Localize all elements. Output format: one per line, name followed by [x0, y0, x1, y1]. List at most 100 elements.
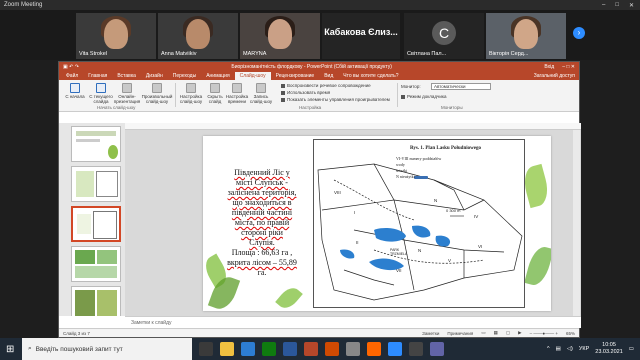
notifications-icon[interactable]: ▭	[629, 346, 634, 352]
language-indicator[interactable]: УКР	[579, 346, 589, 352]
slide-text-box[interactable]: Південний Ліс у місті Слупськ - заліснен…	[221, 168, 303, 286]
volume-icon[interactable]: ◁)	[567, 346, 573, 352]
window-controls[interactable]: – □ ✕	[562, 64, 575, 70]
slide-text-line: місті Слупськ -	[236, 178, 288, 187]
powerpoint-icon[interactable]	[304, 342, 318, 356]
signin-link[interactable]: Вхід	[544, 64, 554, 70]
slide-text-line: га.	[257, 268, 267, 277]
slide-text-line: що знаходиться в	[232, 198, 292, 207]
from-beginning-button[interactable]: С начала	[61, 83, 89, 99]
zoom-slider[interactable]: – ——●—— +	[530, 331, 558, 336]
forest-plan-map[interactable]: Rys. 1. Plan Lasku Południowego VI-VIII …	[313, 139, 525, 308]
map-label: IV	[474, 214, 479, 219]
comments-toggle[interactable]: Примечания	[447, 331, 473, 336]
slide-thumbnail-pane: 2 3 3 4 5	[59, 123, 125, 316]
slide-text-line: заліснена територія,	[227, 188, 297, 197]
sorter-view-icon[interactable]: ▦	[494, 330, 498, 336]
tab-design[interactable]: Дизайн	[141, 72, 168, 80]
slide-text-line: Південний Ліс у	[234, 168, 290, 177]
tab-view[interactable]: Вид	[319, 72, 338, 80]
zoom-title-bar: Zoom Meeting – □ ✕	[0, 0, 640, 10]
tab-animations[interactable]: Анимация	[201, 72, 234, 80]
taskbar-search[interactable]: ⌕ Введіть пошуковий запит тут	[22, 338, 192, 360]
maximize-icon[interactable]: □	[615, 2, 619, 9]
acrobat-icon[interactable]	[325, 342, 339, 356]
slide-text-line: вкрита лісом – 55,89	[227, 258, 297, 267]
record-show-button[interactable]: Запись слайд-шоу	[247, 83, 275, 104]
task-view-icon[interactable]	[199, 342, 213, 356]
zoom-level[interactable]: 65%	[566, 331, 575, 336]
minimize-icon[interactable]: –	[602, 2, 605, 9]
map-label: PARK TRZMIELA	[390, 248, 408, 256]
monitor-select[interactable]: Автоматически	[431, 83, 491, 90]
presenter-view-checkbox[interactable]: Режим докладчика	[401, 94, 446, 99]
participant-tile[interactable]: C Світлана Пал...	[404, 13, 484, 59]
use-timings-checkbox[interactable]: Использовать время	[281, 90, 330, 95]
teams-icon[interactable]	[430, 342, 444, 356]
participant-tile-active[interactable]: Кабакова Єлиз...	[322, 13, 400, 59]
share-button[interactable]: Загальний доступ	[529, 72, 579, 80]
participant-tile[interactable]: Anna Matviikiv	[158, 13, 238, 59]
tab-home[interactable]: Главная	[83, 72, 112, 80]
group-label-monitors: Мониторы	[441, 105, 463, 110]
slide-thumbnail[interactable]: 4	[71, 246, 121, 282]
map-label: II	[356, 240, 359, 245]
tab-insert[interactable]: Вставка	[112, 72, 141, 80]
play-narrations-checkbox[interactable]: Воспроизвести речевое сопровождение	[281, 83, 371, 88]
tell-me-search[interactable]: Что вы хотите сделать?	[338, 72, 403, 80]
windows-taskbar: ⊞ ⌕ Введіть пошуковий запит тут ^ ▤ ◁) У…	[0, 338, 640, 360]
slide-text-line: міста, по правій	[234, 218, 290, 227]
app-icon[interactable]	[346, 342, 360, 356]
clock[interactable]: 10:05 23.03.2021	[595, 342, 623, 356]
notes-toggle[interactable]: Заметки	[422, 331, 439, 336]
slide-thumbnail[interactable]: 2	[71, 126, 121, 162]
firefox-icon[interactable]	[367, 342, 381, 356]
tab-review[interactable]: Рецензирование	[271, 72, 320, 80]
participant-tile[interactable]: Вікторія Серд...	[486, 13, 566, 59]
close-icon[interactable]: ✕	[629, 2, 634, 9]
notes-pane[interactable]: Заметки к слайду	[125, 316, 581, 328]
slideshow-view-icon[interactable]: ▶	[518, 330, 521, 336]
reading-view-icon[interactable]: ▢	[506, 330, 510, 336]
participant-tile[interactable]: MARYNA	[240, 13, 320, 59]
word-icon[interactable]	[283, 342, 297, 356]
custom-show-button[interactable]: Произвольный слайд-шоу	[141, 83, 173, 104]
tab-slideshow[interactable]: Слайд-шоу	[234, 72, 271, 80]
file-explorer-icon[interactable]	[220, 342, 234, 356]
current-slide[interactable]: Південний Ліс у місті Слупськ - заліснен…	[203, 136, 551, 311]
map-scale: 0 300 m	[446, 208, 461, 213]
chevron-up-icon[interactable]: ^	[547, 346, 550, 352]
zoom-title: Zoom Meeting	[4, 2, 43, 8]
network-icon[interactable]: ▤	[556, 346, 561, 352]
chrome-icon[interactable]	[262, 342, 276, 356]
participant-name-large: Кабакова Єлиз...	[324, 27, 398, 37]
map-label: N	[418, 248, 422, 253]
group-label-start: Начать слайд-шоу	[97, 105, 136, 110]
show-controls-checkbox[interactable]: Показать элементы управления проигрывате…	[281, 97, 390, 102]
ribbon: С начала С текущего слайда Онлайн-презен…	[59, 80, 579, 112]
powerpoint-window: ▣ ↶ ↷ Биорізноманітність флордкову - Pow…	[58, 61, 581, 338]
tab-transitions[interactable]: Переходы	[168, 72, 201, 80]
leaf-decoration	[275, 283, 303, 311]
clock-date: 23.03.2021	[595, 349, 623, 355]
slide-thumbnail[interactable]: 3	[71, 166, 121, 202]
windows-start-icon[interactable]: ⊞	[6, 344, 14, 355]
participant-name: Вікторія Серд...	[489, 51, 529, 57]
map-label: VII	[396, 268, 402, 273]
normal-view-icon[interactable]: ▭	[481, 330, 485, 336]
from-current-button[interactable]: С текущего слайда	[87, 83, 115, 104]
zoom-icon[interactable]	[388, 342, 402, 356]
store-icon[interactable]	[241, 342, 255, 356]
participant-tile[interactable]: Vita Strokel	[76, 13, 156, 59]
vertical-scrollbar[interactable]	[573, 130, 580, 316]
slide-text-line: Слупія.	[249, 238, 275, 247]
globe-icon	[122, 83, 132, 93]
tab-file[interactable]: Файл	[61, 72, 83, 80]
participant-initial: C	[432, 21, 456, 45]
next-participants-button[interactable]: ›	[573, 27, 585, 39]
save-icon[interactable]: ▣ ↶ ↷	[63, 64, 79, 70]
online-present-button[interactable]: Онлайн-презентация	[113, 83, 141, 104]
slide-thumbnail-selected[interactable]: 3	[71, 206, 121, 242]
app-icon[interactable]	[409, 342, 423, 356]
slide-thumbnail[interactable]: 5	[71, 286, 121, 316]
